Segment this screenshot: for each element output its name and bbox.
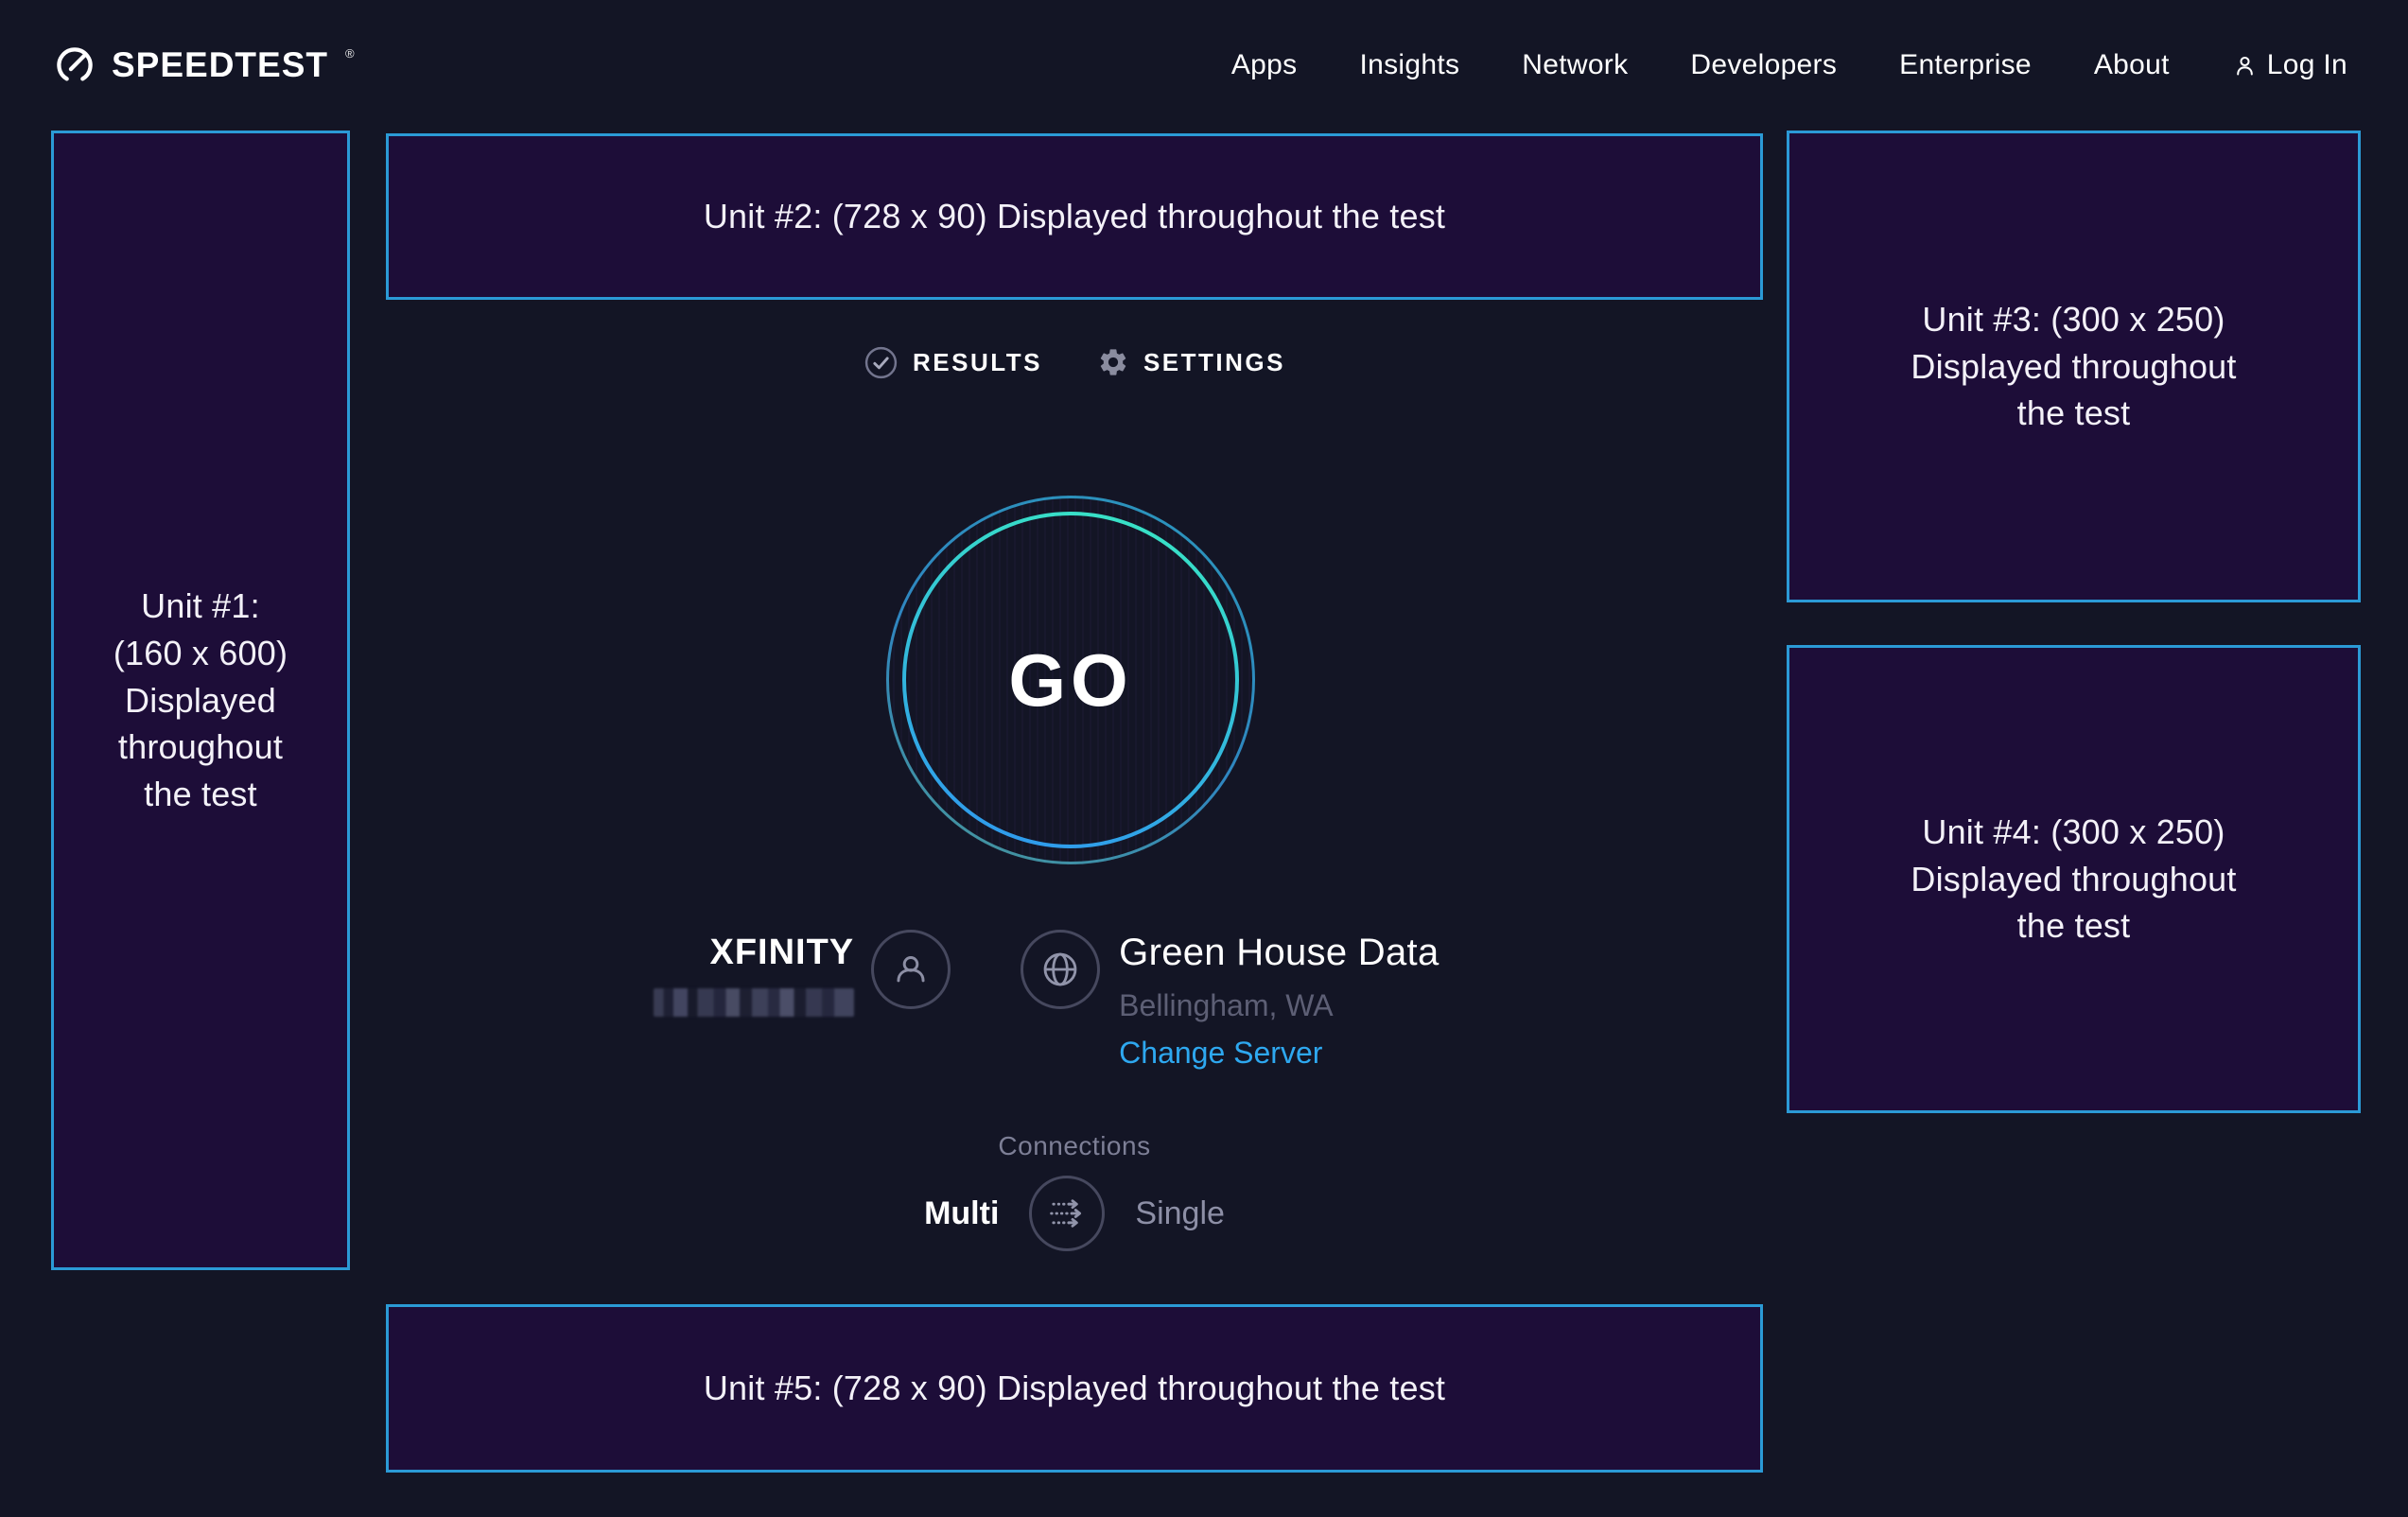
server-texts: Green House Data Bellingham, WA Change S… bbox=[1119, 932, 1439, 1070]
connections-single-label[interactable]: Single bbox=[1135, 1195, 1225, 1232]
isp-avatar[interactable] bbox=[871, 930, 951, 1009]
brand-logo[interactable]: SPEEDTEST ® bbox=[53, 42, 355, 89]
server-block: Green House Data Bellingham, WA Change S… bbox=[1021, 930, 1439, 1070]
server-location: Bellingham, WA bbox=[1119, 988, 1439, 1022]
top-navigation-bar: SPEEDTEST ® Apps Insights Network Develo… bbox=[0, 0, 2408, 131]
connections-label: Connections bbox=[386, 1131, 1763, 1161]
gear-icon bbox=[1097, 346, 1129, 378]
brand-name: SPEEDTEST bbox=[112, 42, 328, 89]
person-icon bbox=[887, 946, 934, 993]
change-server-link[interactable]: Change Server bbox=[1119, 1036, 1439, 1070]
multi-connections-arrows-icon bbox=[1044, 1191, 1090, 1236]
go-button[interactable]: GO bbox=[885, 495, 1256, 865]
login-link[interactable]: Log In bbox=[2232, 49, 2347, 81]
connections-toggle-row: Multi Single bbox=[386, 1176, 1763, 1251]
tab-settings-label: SETTINGS bbox=[1143, 348, 1285, 377]
trademark-symbol: ® bbox=[345, 47, 355, 60]
ad-unit-4-label: Unit #4: (300 x 250) Displayed throughou… bbox=[1911, 809, 2236, 950]
nav-item-about[interactable]: About bbox=[2094, 49, 2170, 81]
nav-item-apps[interactable]: Apps bbox=[1231, 49, 1298, 81]
go-button-label: GO bbox=[885, 495, 1256, 865]
ad-unit-4[interactable]: Unit #4: (300 x 250) Displayed throughou… bbox=[1787, 645, 2361, 1113]
ad-unit-3-label: Unit #3: (300 x 250) Displayed throughou… bbox=[1911, 296, 2236, 437]
server-name: Green House Data bbox=[1119, 932, 1439, 973]
login-label: Log In bbox=[2267, 49, 2347, 81]
ad-unit-2[interactable]: Unit #2: (728 x 90) Displayed throughout… bbox=[386, 133, 1763, 300]
ad-unit-3[interactable]: Unit #3: (300 x 250) Displayed throughou… bbox=[1787, 131, 2361, 602]
ad-unit-5-label: Unit #5: (728 x 90) Displayed throughout… bbox=[704, 1365, 1445, 1412]
connections-toggle-button[interactable] bbox=[1029, 1176, 1105, 1251]
ad-unit-1-label: Unit #1: (160 x 600) Displayed throughou… bbox=[113, 583, 288, 817]
connection-meta-row: XFINITY Green House Data Bellingham, WA … bbox=[386, 930, 1763, 1070]
nav-item-developers[interactable]: Developers bbox=[1690, 49, 1837, 81]
nav-item-enterprise[interactable]: Enterprise bbox=[1899, 49, 2032, 81]
check-circle-icon bbox=[864, 345, 899, 380]
tab-settings[interactable]: SETTINGS bbox=[1097, 346, 1285, 378]
ad-unit-2-label: Unit #2: (728 x 90) Displayed throughout… bbox=[704, 193, 1445, 240]
isp-name: XFINITY bbox=[709, 932, 854, 973]
results-settings-tabs: RESULTS SETTINGS bbox=[386, 340, 1763, 384]
globe-icon bbox=[1036, 945, 1085, 994]
speedtest-gauge-icon bbox=[53, 44, 96, 87]
ad-unit-5[interactable]: Unit #5: (728 x 90) Displayed throughout… bbox=[386, 1304, 1763, 1473]
isp-block: XFINITY bbox=[709, 930, 951, 1009]
nav-item-insights[interactable]: Insights bbox=[1359, 49, 1459, 81]
tab-results-label: RESULTS bbox=[913, 348, 1042, 377]
connections-multi-label[interactable]: Multi bbox=[924, 1195, 999, 1232]
nav-item-network[interactable]: Network bbox=[1522, 49, 1628, 81]
user-icon bbox=[2232, 53, 2258, 78]
server-globe-badge[interactable] bbox=[1021, 930, 1100, 1009]
tab-results[interactable]: RESULTS bbox=[864, 345, 1042, 380]
ad-unit-1[interactable]: Unit #1: (160 x 600) Displayed throughou… bbox=[51, 131, 350, 1270]
main-nav: Apps Insights Network Developers Enterpr… bbox=[1231, 49, 2347, 81]
redacted-ip-text bbox=[654, 988, 854, 1017]
